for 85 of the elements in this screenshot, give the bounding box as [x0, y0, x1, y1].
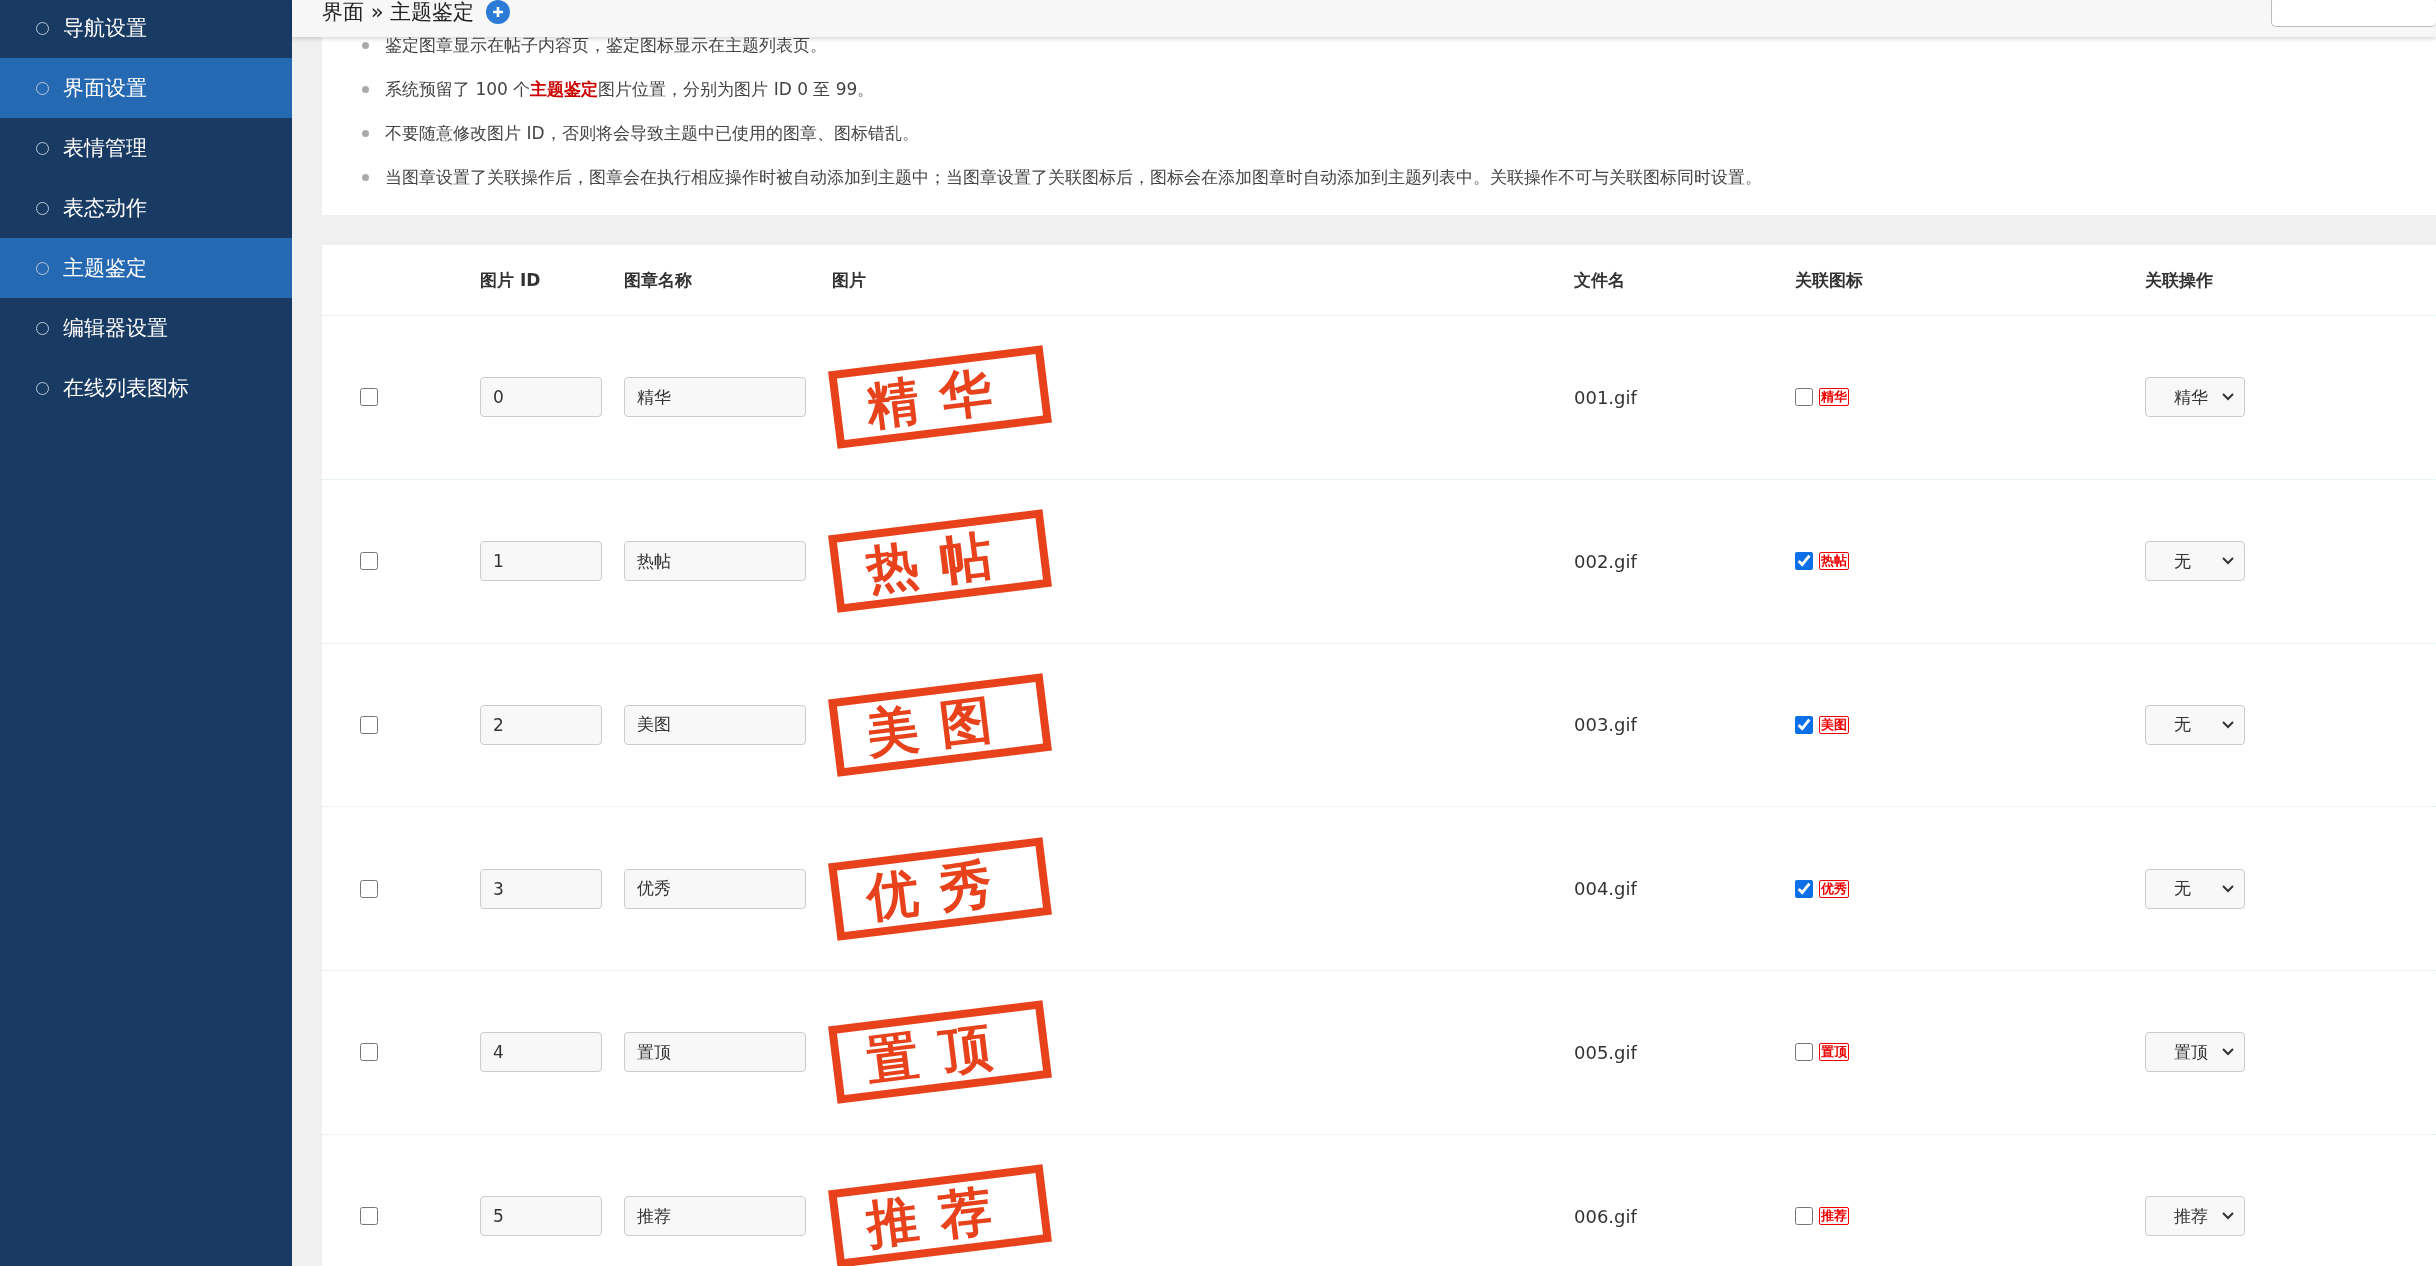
file-name: 005.gif: [1574, 1041, 1639, 1063]
bullet-icon: [362, 41, 369, 49]
sidebar-item[interactable]: 表态动作: [0, 178, 292, 238]
chevron-down-icon: [2222, 557, 2234, 566]
action-select[interactable]: 置顶: [2145, 1032, 2245, 1073]
name-field[interactable]: 优秀: [624, 868, 806, 909]
note-text: 不要随意修改图片 ID，否则将会导致主题中已使用的图章、图标错乱。: [385, 121, 919, 145]
name-field[interactable]: 美图: [624, 704, 806, 745]
row-checkbox[interactable]: [360, 715, 378, 734]
action-select[interactable]: 无: [2145, 868, 2245, 909]
sidebar-item[interactable]: 在线列表图标: [0, 358, 292, 418]
icon-checkbox[interactable]: [1795, 715, 1813, 734]
bullet-icon: [362, 173, 369, 181]
breadcrumb: 界面 » 主题鉴定: [322, 0, 475, 26]
action-select[interactable]: 推荐: [2145, 1196, 2245, 1237]
search-field[interactable]: [2271, 0, 2436, 27]
add-icon[interactable]: [486, 0, 511, 24]
note-text: 当图章设置了关联操作后，图章会在执行相应操作时被自动添加到主题中；当图章设置了关联图标后，图标会在添加图章时自动添加到主题列表中。关联操作不可与关联图标同时设置。: [385, 165, 1762, 189]
column-header: 关联操作: [2145, 268, 2214, 292]
icon-badge: 优秀: [1819, 879, 1849, 898]
column-header: 图片 ID: [480, 268, 542, 292]
stamp-image: 优秀: [828, 836, 1052, 941]
icon-checkbox[interactable]: [1795, 552, 1813, 571]
row-checkbox[interactable]: [360, 388, 378, 407]
name-field[interactable]: 推荐: [624, 1196, 806, 1237]
note-text: 系统预留了 100 个主题鉴定图片位置，分别为图片 ID 0 至 99。: [385, 77, 875, 101]
chevron-down-icon: [2222, 393, 2234, 402]
stamp-image: 推荐: [828, 1164, 1052, 1266]
sidebar-item[interactable]: 导航设置: [0, 0, 292, 58]
row-checkbox[interactable]: [360, 1043, 378, 1062]
id-field[interactable]: 3: [480, 868, 602, 909]
chevron-down-icon: [2222, 720, 2234, 729]
action-select[interactable]: 无: [2145, 541, 2245, 582]
column-header: 文件名: [1574, 268, 1626, 292]
file-name: 006.gif: [1574, 1205, 1639, 1227]
icon-checkbox[interactable]: [1795, 1043, 1813, 1062]
file-name: 001.gif: [1574, 386, 1639, 408]
chevron-down-icon: [2222, 884, 2234, 893]
id-field[interactable]: 2: [480, 704, 602, 745]
id-field[interactable]: 1: [480, 541, 602, 582]
sidebar-item-label: 主题鉴定: [63, 255, 147, 282]
row-checkbox[interactable]: [360, 879, 378, 898]
bullet-icon: [362, 85, 369, 93]
sidebar-item[interactable]: 表情管理: [0, 118, 292, 178]
icon-checkbox[interactable]: [1795, 1207, 1813, 1226]
file-name: 004.gif: [1574, 878, 1639, 900]
id-field[interactable]: 5: [480, 1196, 602, 1237]
chevron-down-icon: [2222, 1212, 2234, 1221]
stamp-image: 美图: [828, 673, 1052, 777]
icon-badge: 推荐: [1819, 1207, 1849, 1226]
name-field[interactable]: 热帖: [624, 541, 806, 582]
icon-badge: 精华: [1819, 388, 1849, 407]
sidebar-item-label: 表态动作: [63, 195, 147, 222]
sidebar-item-label: 界面设置: [63, 75, 147, 102]
icon-badge: 热帖: [1819, 552, 1849, 571]
id-field[interactable]: 0: [480, 377, 602, 418]
stamp-image: 精华: [828, 345, 1052, 450]
stamp-image: 热帖: [828, 509, 1052, 613]
file-name: 003.gif: [1574, 714, 1639, 736]
row-checkbox[interactable]: [360, 552, 378, 571]
sidebar-item-label: 编辑器设置: [63, 315, 168, 342]
icon-checkbox[interactable]: [1795, 388, 1813, 407]
icon-badge: 置顶: [1819, 1043, 1849, 1062]
action-select[interactable]: 精华: [2145, 377, 2245, 418]
sidebar-item[interactable]: 界面设置: [0, 58, 292, 118]
chevron-down-icon: [2222, 1048, 2234, 1057]
id-field[interactable]: 4: [480, 1032, 602, 1073]
action-select[interactable]: 无: [2145, 704, 2245, 745]
column-header: 图片: [832, 268, 867, 292]
stamp-image: 置顶: [828, 1000, 1052, 1105]
sidebar-item-label: 表情管理: [63, 135, 147, 162]
sidebar-item[interactable]: 主题鉴定: [0, 238, 292, 298]
sidebar-item[interactable]: 编辑器设置: [0, 298, 292, 358]
file-name: 002.gif: [1574, 550, 1639, 572]
note-text: 鉴定图章显示在帖子内容页，鉴定图标显示在主题列表页。: [385, 33, 827, 57]
sidebar-item-label: 在线列表图标: [63, 375, 189, 402]
sidebar-item-label: 导航设置: [63, 15, 147, 42]
name-field[interactable]: 置顶: [624, 1032, 806, 1073]
icon-badge: 美图: [1819, 715, 1849, 734]
name-field[interactable]: 精华: [624, 377, 806, 418]
icon-checkbox[interactable]: [1795, 879, 1813, 898]
column-header: 关联图标: [1795, 268, 1864, 292]
row-checkbox[interactable]: [360, 1207, 378, 1226]
bullet-icon: [362, 129, 369, 137]
column-header: 图章名称: [624, 268, 693, 292]
